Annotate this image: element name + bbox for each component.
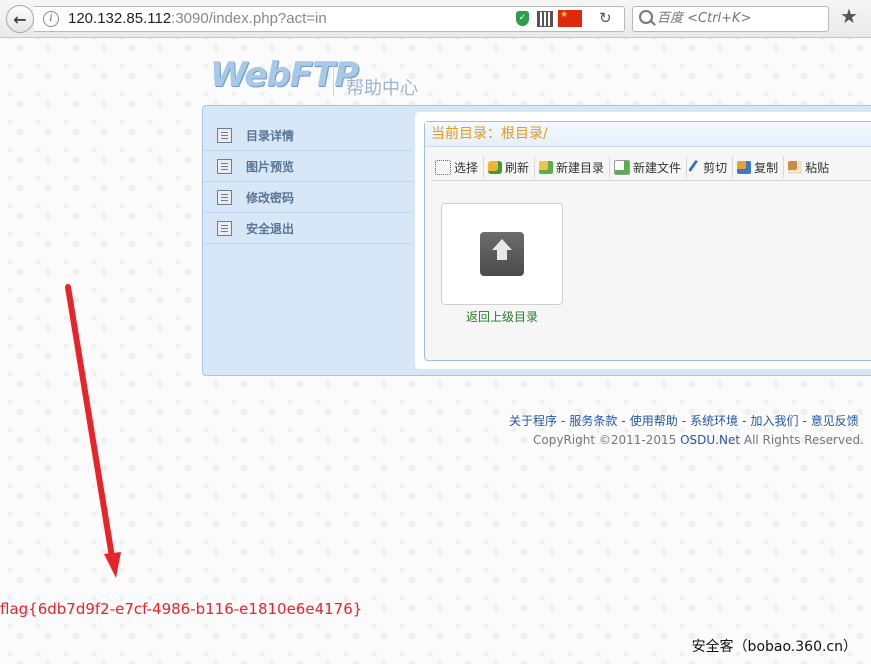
footer-separator: - bbox=[681, 414, 687, 428]
back-button[interactable]: ← bbox=[6, 5, 34, 33]
sidebar-item-directory-details[interactable]: 目录详情 bbox=[203, 120, 413, 151]
footer-separator: - bbox=[561, 414, 566, 428]
cut-button[interactable]: 剪切 bbox=[687, 156, 734, 178]
new-folder-button[interactable]: 新建目录 bbox=[535, 156, 611, 178]
document-icon bbox=[217, 127, 232, 143]
refresh-button[interactable]: 刷新 bbox=[484, 156, 536, 178]
sidebar-item-logout[interactable]: 安全退出 bbox=[203, 213, 413, 244]
watermark: 安全客（bobao.360.cn） bbox=[691, 639, 857, 655]
qr-code-icon[interactable] bbox=[537, 11, 553, 27]
sidebar-item-label: 修改密码 bbox=[246, 190, 295, 205]
refresh-label: 刷新 bbox=[505, 160, 530, 175]
file-browser: 当前目录：根目录/ 选择 刷新 新建目录 新建文件 剪切 复制 粘贴 返回上级目… bbox=[415, 112, 871, 369]
footer-link-feedback[interactable]: 意见反馈 bbox=[811, 414, 859, 428]
bookmark-star-icon[interactable]: ★ bbox=[840, 4, 858, 28]
select-button[interactable]: 选择 bbox=[431, 156, 485, 178]
webftp-logo: WebFTP bbox=[210, 55, 359, 95]
copy-button[interactable]: 复制 bbox=[733, 156, 785, 178]
copy-label: 复制 bbox=[754, 160, 779, 175]
parent-directory-tile[interactable] bbox=[441, 203, 563, 305]
url-path: :3090/index.php?act=in bbox=[171, 10, 327, 27]
file-toolbar: 选择 刷新 新建目录 新建文件 剪切 复制 粘贴 bbox=[431, 154, 871, 181]
sidebar-item-change-password[interactable]: 修改密码 bbox=[203, 182, 413, 213]
arrow-shaft bbox=[65, 284, 115, 560]
refresh-icon bbox=[488, 160, 503, 174]
new-folder-icon bbox=[539, 160, 554, 174]
search-icon bbox=[639, 10, 653, 24]
url-text[interactable]: 120.132.85.112:3090/index.php?act=in bbox=[68, 10, 327, 27]
search-input[interactable] bbox=[657, 9, 822, 27]
select-icon bbox=[435, 159, 451, 175]
cut-label: 剪切 bbox=[703, 160, 728, 175]
new-file-button[interactable]: 新建文件 bbox=[610, 156, 688, 178]
up-arrow-icon bbox=[480, 232, 524, 276]
document-icon bbox=[217, 220, 232, 236]
main-panel: 目录详情 图片预览 修改密码 安全退出 当前目录：根目录/ 选择 刷新 新建目录… bbox=[202, 105, 871, 376]
footer-link-terms[interactable]: 服务条款 bbox=[569, 414, 617, 428]
footer-links: 关于程序 - 服务条款 - 使用帮助 - 系统环境 - 加入我们 - 意见反馈 bbox=[509, 412, 859, 429]
shield-icon[interactable]: ✓ bbox=[516, 11, 529, 26]
document-icon bbox=[217, 189, 232, 205]
help-center-title: 帮助中心 bbox=[346, 78, 418, 99]
china-flag-icon[interactable]: ★ bbox=[558, 10, 582, 27]
footer-link-join[interactable]: 加入我们 bbox=[750, 414, 798, 428]
sidebar: 目录详情 图片预览 修改密码 安全退出 bbox=[203, 120, 413, 244]
current-directory: 当前目录：根目录/ bbox=[425, 122, 871, 147]
footer-separator: - bbox=[621, 414, 626, 428]
document-icon bbox=[217, 158, 232, 174]
sidebar-item-label: 安全退出 bbox=[246, 221, 295, 236]
sidebar-item-label: 目录详情 bbox=[246, 128, 295, 143]
copyright: CopyRight ©2011-2015 OSDU.Net All Rights… bbox=[533, 433, 864, 447]
site-info-icon[interactable]: i bbox=[43, 11, 59, 27]
sidebar-item-image-preview[interactable]: 图片预览 bbox=[203, 151, 413, 182]
new-file-icon bbox=[614, 159, 631, 175]
select-label: 选择 bbox=[454, 160, 479, 175]
url-host: 120.132.85.112 bbox=[68, 10, 172, 27]
copyright-suffix: All Rights Reserved. bbox=[740, 433, 864, 447]
search-bar[interactable] bbox=[632, 6, 829, 32]
parent-directory-label[interactable]: 返回上级目录 bbox=[441, 308, 563, 325]
paste-label: 粘贴 bbox=[805, 160, 830, 175]
footer-separator: - bbox=[742, 414, 747, 428]
new-file-label: 新建文件 bbox=[633, 160, 682, 175]
flag-text: flag{6db7d9f2-e7cf-4986-b116-e1810e6e417… bbox=[0, 600, 363, 618]
paste-button[interactable]: 粘贴 bbox=[784, 156, 834, 178]
new-folder-label: 新建目录 bbox=[556, 160, 605, 175]
logo-divider bbox=[333, 66, 334, 96]
red-arrow-annotation bbox=[65, 284, 121, 578]
reload-icon[interactable]: ↻ bbox=[599, 9, 612, 27]
copyright-brand[interactable]: OSDU.Net bbox=[680, 433, 740, 447]
footer-separator: - bbox=[802, 414, 807, 428]
copy-icon bbox=[737, 160, 752, 174]
address-bar[interactable]: i 120.132.85.112:3090/index.php?act=in ✓… bbox=[34, 6, 625, 32]
footer-link-about[interactable]: 关于程序 bbox=[509, 414, 557, 428]
back-arrow-icon: ← bbox=[13, 9, 27, 29]
footer-link-help[interactable]: 使用帮助 bbox=[630, 414, 678, 428]
copyright-prefix: CopyRight ©2011-2015 bbox=[533, 433, 681, 447]
browser-toolbar: ← i 120.132.85.112:3090/index.php?act=in… bbox=[0, 0, 871, 38]
file-browser-inner: 当前目录：根目录/ 选择 刷新 新建目录 新建文件 剪切 复制 粘贴 返回上级目… bbox=[424, 121, 871, 361]
footer-link-system[interactable]: 系统环境 bbox=[690, 414, 738, 428]
paste-icon bbox=[788, 160, 803, 174]
arrow-head bbox=[104, 552, 121, 578]
cut-icon bbox=[688, 159, 703, 175]
sidebar-item-label: 图片预览 bbox=[246, 159, 295, 174]
